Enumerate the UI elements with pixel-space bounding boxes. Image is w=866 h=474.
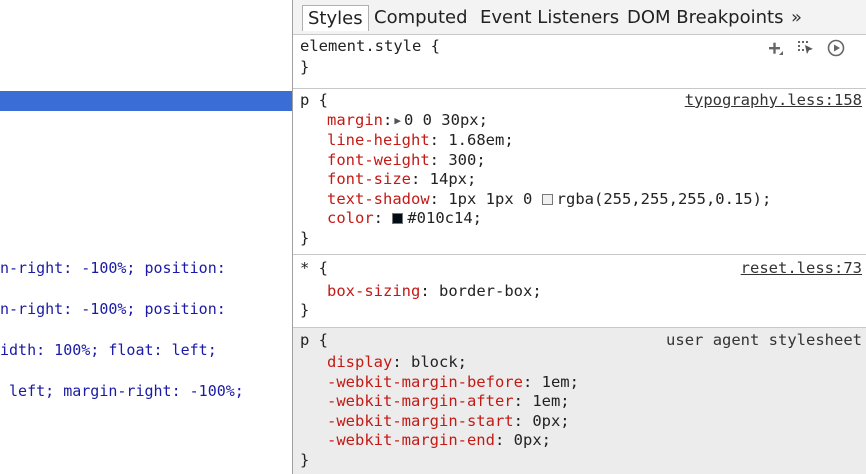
dom-line[interactable]: n-right: -100%; position: bbox=[0, 300, 226, 318]
property-value[interactable]: 1em; bbox=[532, 392, 569, 410]
rule-source-label: user agent stylesheet bbox=[666, 331, 862, 349]
property-value[interactable]: 300; bbox=[448, 151, 485, 169]
property-value[interactable]: block; bbox=[411, 353, 467, 371]
property-separator: : bbox=[522, 373, 542, 391]
property-separator: : bbox=[494, 431, 514, 449]
property-value[interactable]: #010c14; bbox=[407, 209, 482, 227]
property-separator: : bbox=[373, 209, 393, 227]
add-rule-icon[interactable] bbox=[766, 38, 786, 58]
sidebar-tabbar: Styles Computed Event Listeners DOM Brea… bbox=[293, 0, 866, 35]
property-separator: : bbox=[383, 111, 393, 129]
property-name[interactable]: -webkit-margin-after bbox=[327, 392, 514, 410]
element-style-selector[interactable]: element.style { bbox=[300, 37, 440, 55]
dom-line[interactable]: idth: 100%; float: left; bbox=[0, 341, 217, 359]
property-name[interactable]: text-shadow bbox=[327, 190, 430, 208]
property-value[interactable]: border-box; bbox=[439, 282, 542, 300]
tab-dom-breakpoints[interactable]: DOM Breakpoints bbox=[627, 5, 783, 31]
property-value[interactable]: rgba(255,255,255,0.15); bbox=[557, 190, 772, 208]
property-separator: : bbox=[420, 282, 439, 300]
rule-source-link[interactable]: typography.less:158 bbox=[685, 91, 862, 109]
property-name[interactable]: box-sizing bbox=[327, 282, 420, 300]
property-separator: : bbox=[513, 392, 533, 410]
css-declaration[interactable]: text-shadow: 1px 1px 0 rgba(255,255,255,… bbox=[327, 190, 771, 208]
property-value[interactable]: 0px; bbox=[532, 412, 569, 430]
rule-selector[interactable]: * { bbox=[300, 259, 328, 277]
property-separator: : bbox=[392, 353, 411, 371]
property-name[interactable]: font-size bbox=[327, 170, 411, 188]
property-value[interactable]: 0 0 30px; bbox=[404, 111, 488, 129]
css-declaration[interactable]: font-size: 14px; bbox=[327, 170, 476, 188]
css-declaration[interactable]: -webkit-margin-after: 1em; bbox=[327, 392, 570, 410]
css-declaration[interactable]: margin: ▶ 0 0 30px; bbox=[327, 111, 488, 129]
property-separator: : bbox=[429, 190, 449, 208]
property-separator: : bbox=[513, 412, 533, 430]
property-value[interactable]: 1em; bbox=[542, 373, 579, 391]
tab-computed[interactable]: Computed bbox=[374, 5, 468, 31]
css-declaration[interactable]: -webkit-margin-end: 0px; bbox=[327, 431, 551, 449]
css-rule: p { typography.less:158 margin: ▶ 0 0 30px… bbox=[293, 89, 866, 255]
rule-selector[interactable]: p { bbox=[300, 91, 328, 109]
rule-close-brace: } bbox=[300, 229, 310, 247]
css-declaration[interactable]: display: block; bbox=[327, 353, 467, 371]
property-name[interactable]: -webkit-margin-end bbox=[327, 431, 495, 449]
more-tabs-chevron-icon[interactable]: » bbox=[791, 5, 802, 31]
property-name[interactable]: margin bbox=[327, 111, 383, 129]
property-name[interactable]: display bbox=[327, 353, 392, 371]
property-value-prefix[interactable]: 1px 1px 0 bbox=[448, 190, 541, 208]
user-agent-rule: p { user agent stylesheet display: block… bbox=[293, 328, 866, 474]
css-declaration[interactable]: color: #010c14; bbox=[327, 209, 482, 227]
rule-close-brace: } bbox=[300, 451, 310, 469]
color-swatch[interactable] bbox=[392, 213, 404, 224]
element-style-toolbar bbox=[766, 38, 856, 58]
css-declaration[interactable]: -webkit-margin-start: 0px; bbox=[327, 412, 570, 430]
selected-dom-node[interactable] bbox=[0, 91, 292, 111]
property-separator: : bbox=[429, 131, 449, 149]
property-name[interactable]: -webkit-margin-before bbox=[327, 373, 523, 391]
css-declaration[interactable]: line-height: 1.68em; bbox=[327, 131, 514, 149]
property-name[interactable]: color bbox=[327, 209, 374, 227]
styles-sidebar: Styles Computed Event Listeners DOM Brea… bbox=[293, 0, 866, 474]
animations-icon[interactable] bbox=[826, 38, 846, 58]
property-separator: : bbox=[429, 151, 449, 169]
property-separator: : bbox=[411, 170, 430, 188]
dom-line[interactable]: n-right: -100%; position: bbox=[0, 259, 226, 277]
css-declaration[interactable]: -webkit-margin-before: 1em; bbox=[327, 373, 579, 391]
property-name[interactable]: -webkit-margin-start bbox=[327, 412, 514, 430]
toggle-element-state-icon[interactable] bbox=[796, 38, 816, 58]
css-declaration[interactable]: font-weight: 300; bbox=[327, 151, 486, 169]
rule-close-brace: } bbox=[300, 58, 310, 76]
property-value[interactable]: 14px; bbox=[430, 170, 477, 188]
expand-triangle-icon[interactable]: ▶ bbox=[394, 114, 401, 127]
rule-selector[interactable]: p { bbox=[300, 331, 328, 349]
css-rule: * { reset.less:73 box-sizing: border-box… bbox=[293, 255, 866, 328]
color-swatch[interactable] bbox=[541, 194, 553, 205]
property-name[interactable]: font-weight bbox=[327, 151, 430, 169]
property-value[interactable]: 1.68em; bbox=[448, 131, 513, 149]
tab-styles[interactable]: Styles bbox=[302, 5, 369, 31]
dom-line[interactable]: left; margin-right: -100%; bbox=[0, 382, 244, 400]
dom-tree-pane[interactable]: n-right: -100%; position: n-right: -100%… bbox=[0, 0, 292, 474]
tab-event-listeners[interactable]: Event Listeners bbox=[480, 5, 619, 31]
property-value[interactable]: 0px; bbox=[514, 431, 551, 449]
css-declaration[interactable]: box-sizing: border-box; bbox=[327, 282, 542, 300]
rule-source-link[interactable]: reset.less:73 bbox=[741, 259, 862, 277]
rule-close-brace: } bbox=[300, 301, 310, 319]
property-name[interactable]: line-height bbox=[327, 131, 430, 149]
